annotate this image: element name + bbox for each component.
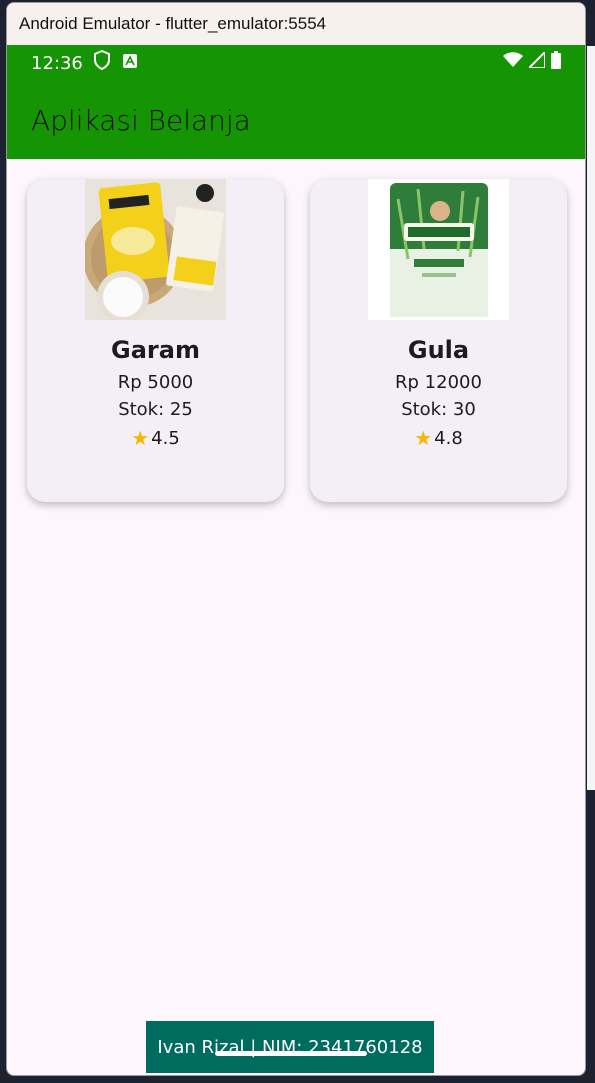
product-rating: ★ 4.8 [414,426,463,450]
rating-value: 4.5 [151,427,180,449]
product-price: Rp 12000 [395,372,482,393]
product-price: Rp 5000 [117,372,194,393]
gesture-nav-handle[interactable] [215,1051,367,1056]
product-stock: Stok: 25 [118,399,193,420]
app-bar: Aplikasi Belanja [7,81,585,159]
product-rating: ★ 4.5 [131,426,180,450]
battery-icon [551,51,561,75]
emulator-window: Android Emulator - flutter_emulator:5554… [6,2,586,1076]
signal-icon [526,49,546,74]
status-time: 12:36 [31,52,83,74]
scrollbar[interactable] [587,46,595,790]
star-icon: ★ [414,426,433,450]
product-name: Gula [407,336,470,364]
window-titlebar[interactable]: Android Emulator - flutter_emulator:5554 [7,3,585,45]
product-grid: Garam Rp 5000 Stok: 25 ★ 4.5 Gula Rp 120… [27,179,567,502]
status-bar: 12:36 [7,45,585,81]
app-title: Aplikasi Belanja [31,103,251,137]
product-stock: Stok: 30 [401,399,476,420]
product-name: Garam [111,336,200,364]
wifi-icon [503,52,523,74]
product-card[interactable]: Gula Rp 12000 Stok: 30 ★ 4.8 [310,179,567,502]
rating-value: 4.8 [434,427,463,449]
product-image-garam [85,179,226,320]
product-card[interactable]: Garam Rp 5000 Stok: 25 ★ 4.5 [27,179,284,502]
star-icon: ★ [131,426,150,450]
shield-icon [93,49,111,76]
footer-credit: Ivan Rizal | NIM: 2341760128 [146,1021,434,1073]
a-icon [122,52,137,74]
window-title: Android Emulator - flutter_emulator:5554 [19,14,327,33]
product-image-gula [368,179,509,320]
